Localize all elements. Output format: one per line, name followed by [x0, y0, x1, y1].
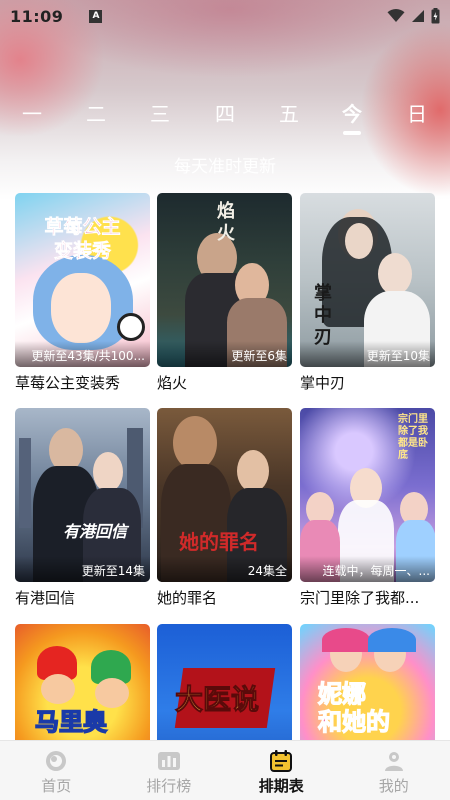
tab-friday[interactable]: 五 [269, 98, 309, 127]
show-cover[interactable]: 宗门里除了我都是卧底 连载中，每周一、... [300, 408, 435, 582]
show-cover[interactable]: 有港回信 更新至14集 [15, 408, 150, 582]
tab-today[interactable]: 今 [332, 98, 372, 127]
wifi-icon [387, 9, 405, 22]
poster-title-art: 妮娜 和她的 [317, 679, 390, 736]
tab-wednesday[interactable]: 三 [140, 98, 180, 127]
nav-label: 我的 [378, 777, 409, 795]
show-cover[interactable]: 她的罪名 24集全 [157, 408, 292, 582]
active-tab-indicator [343, 131, 361, 135]
episode-badge: 更新至6集 [157, 341, 292, 367]
profile-icon [381, 749, 407, 773]
home-icon [43, 749, 69, 773]
show-card[interactable]: 草莓公主 变装秀 更新至43集/共100... 草莓公主变装秀 [15, 193, 150, 393]
show-title[interactable]: 有港回信 [15, 587, 150, 608]
show-cover[interactable]: 焰火 更新至6集 [157, 193, 292, 367]
status-time: 11:09 [10, 6, 64, 26]
nav-home[interactable]: 首页 [0, 741, 113, 800]
show-card[interactable]: 焰火 更新至6集 焰火 [157, 193, 292, 393]
show-title[interactable]: 她的罪名 [157, 587, 292, 608]
show-card[interactable]: 宗门里除了我都是卧底 连载中，每周一、... 宗门里除了我都... [300, 408, 435, 608]
schedule-subtitle: 每天准时更新 [174, 157, 276, 177]
poster-title-art: 掌中刃 [314, 283, 332, 348]
episode-badge: 更新至43集/共100... [15, 341, 150, 367]
poster-title-art: 大医说 [174, 683, 260, 717]
tab-tuesday[interactable]: 二 [76, 98, 116, 127]
show-card[interactable]: 掌中刃 更新至10集 掌中刃 [300, 193, 435, 393]
nav-label: 排期表 [258, 777, 304, 795]
weekday-tabs: 一 二 三 四 五 今 日 [0, 98, 450, 128]
show-cover[interactable]: 掌中刃 更新至10集 [300, 193, 435, 367]
poster-title-art: 草莓公主 变装秀 [44, 216, 121, 263]
show-cover[interactable]: 草莓公主 变装秀 更新至43集/共100... [15, 193, 150, 367]
show-title[interactable]: 草莓公主变装秀 [15, 372, 150, 393]
poster-title-art: 宗门里除了我都是卧底 [398, 414, 428, 461]
episode-badge: 更新至14集 [15, 556, 150, 582]
show-card[interactable]: 有港回信 更新至14集 有港回信 [15, 408, 150, 608]
show-card[interactable]: 她的罪名 24集全 她的罪名 [157, 408, 292, 608]
bottom-navigation: 首页 排行榜 排期表 我的 [0, 740, 450, 800]
poster-title-art: 马里奥 [34, 706, 108, 737]
schedule-icon [268, 749, 294, 773]
tab-thursday[interactable]: 四 [205, 98, 245, 127]
nav-schedule[interactable]: 排期表 [225, 741, 338, 800]
nav-label: 排行榜 [146, 777, 192, 795]
status-bar: 11:09 A [0, 0, 450, 32]
poster-title-art: 焰火 [217, 201, 235, 244]
notification-icon: A [89, 9, 103, 23]
nav-label: 首页 [41, 777, 72, 795]
tab-monday[interactable]: 一 [12, 98, 52, 127]
ranking-icon [156, 749, 182, 773]
signal-icon [412, 10, 424, 22]
show-title[interactable]: 焰火 [157, 372, 292, 393]
show-title[interactable]: 宗门里除了我都... [300, 587, 435, 608]
episode-badge: 更新至10集 [300, 341, 435, 367]
poster-title-art: 她的罪名 [179, 530, 259, 554]
tab-sunday[interactable]: 日 [397, 98, 437, 127]
nav-ranking[interactable]: 排行榜 [113, 741, 226, 800]
episode-badge: 连载中，每周一、... [300, 556, 435, 582]
show-title[interactable]: 掌中刃 [300, 372, 435, 393]
poster-title-art: 有港回信 [63, 522, 128, 541]
episode-badge: 24集全 [157, 556, 292, 582]
battery-icon [431, 8, 440, 24]
nav-profile[interactable]: 我的 [338, 741, 450, 800]
